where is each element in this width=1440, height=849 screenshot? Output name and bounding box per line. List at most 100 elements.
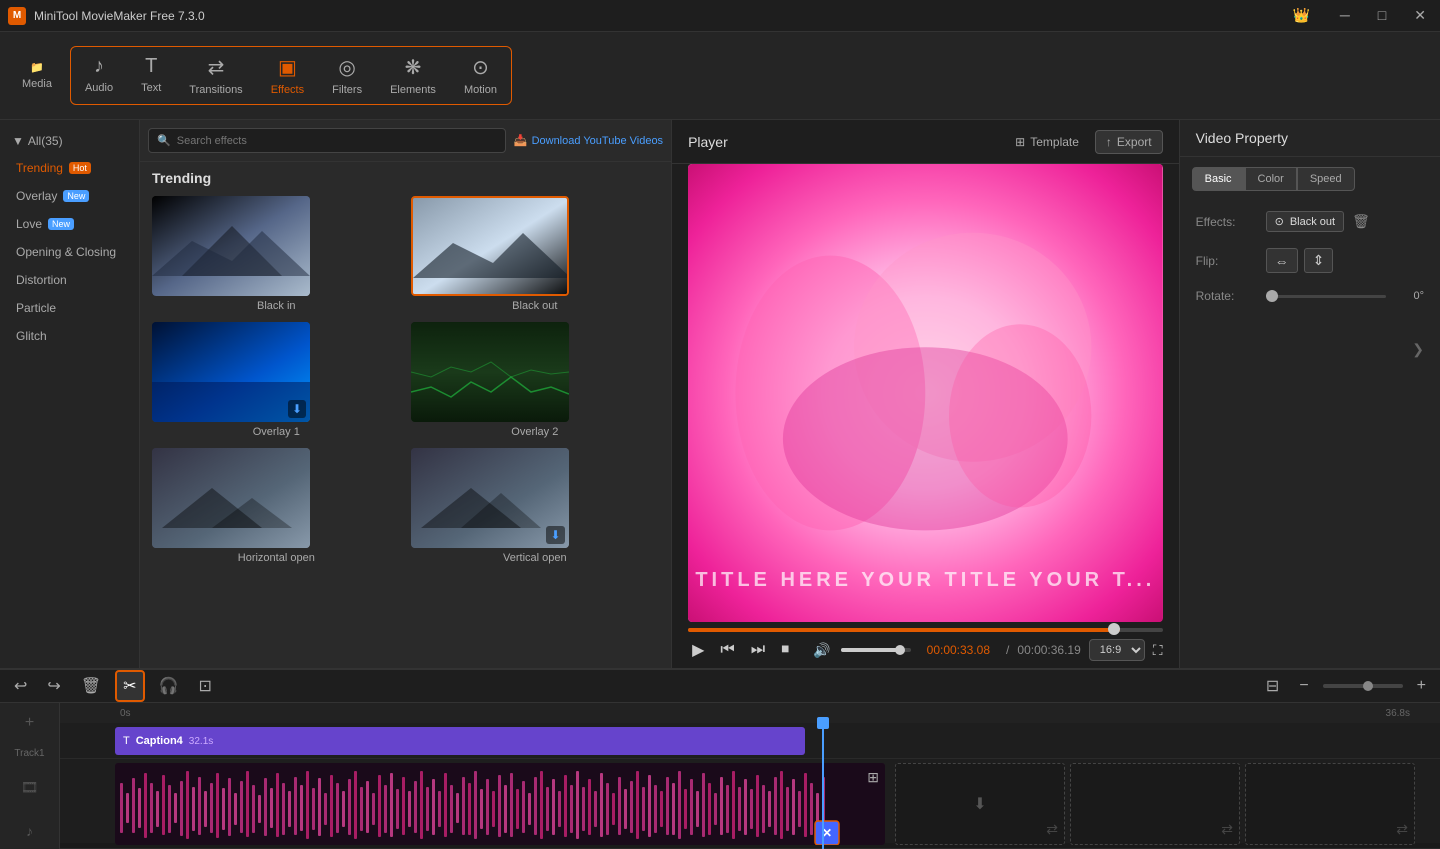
- flip-horizontal-button[interactable]: ⇔: [1266, 248, 1298, 273]
- redo-button[interactable]: ↪: [41, 672, 66, 700]
- track-labels: + Track1 🎞 ♪: [0, 703, 60, 849]
- sidebar-item-overlay[interactable]: Overlay New: [0, 182, 139, 210]
- video-clip[interactable]: ✕ ⊞: [115, 763, 885, 845]
- sidebar-item-trending[interactable]: Trending Hot: [0, 154, 139, 182]
- effect-item-horizontal-open[interactable]: Horizontal open: [152, 448, 401, 564]
- titlebar: M MiniTool MovieMaker Free 7.3.0 👑 ─ □ ✕: [0, 0, 1440, 32]
- effect-item-black-out[interactable]: Black out: [411, 196, 660, 312]
- love-label: Love: [16, 217, 42, 231]
- flip-vertical-button[interactable]: ⇕: [1304, 248, 1334, 273]
- progress-bar[interactable]: [688, 628, 1163, 632]
- zoom-out-button[interactable]: −: [1293, 673, 1314, 699]
- black-out-visual: [413, 198, 569, 296]
- sidebar-item-love[interactable]: Love New: [0, 210, 139, 238]
- empty-slot-2[interactable]: ⇄: [1070, 763, 1240, 845]
- delete-effect-button[interactable]: 🗑: [1352, 213, 1370, 230]
- volume-slider[interactable]: [841, 648, 911, 652]
- playhead[interactable]: [822, 723, 824, 849]
- crown-icon[interactable]: 👑: [1284, 5, 1317, 26]
- toolbar-item-effects[interactable]: ▣ Effects: [257, 47, 318, 104]
- flip-label: Flip:: [1196, 254, 1266, 268]
- zoom-in-button[interactable]: +: [1411, 673, 1432, 699]
- template-button[interactable]: ⊞ Template: [1015, 130, 1079, 154]
- titlebar-left: M MiniTool MovieMaker Free 7.3.0: [8, 7, 205, 25]
- maximize-button[interactable]: □: [1372, 5, 1392, 26]
- zoom-slider[interactable]: [1323, 684, 1403, 688]
- sidebar-item-glitch[interactable]: Glitch: [0, 322, 139, 350]
- download-overlay-icon2: ⬇: [546, 526, 564, 544]
- ruler-start: 0s: [120, 708, 131, 719]
- transitions-icon: ⇄: [208, 55, 225, 80]
- tab-basic[interactable]: Basic: [1192, 167, 1245, 191]
- stop-button[interactable]: ⏹: [777, 639, 793, 661]
- caption-track-row: T Caption4 32.1s: [60, 723, 1440, 759]
- rotate-slider[interactable]: 0°: [1266, 290, 1424, 302]
- clip-settings-icon[interactable]: ⊞: [867, 769, 879, 786]
- property-panel: Video Property Basic Color Speed Effects…: [1179, 120, 1440, 668]
- toolbar-item-elements[interactable]: ❋ Elements: [376, 47, 450, 104]
- tab-color[interactable]: Color: [1245, 167, 1297, 191]
- overlay-label: Overlay: [16, 189, 57, 203]
- delete-button[interactable]: 🗑: [75, 672, 107, 700]
- glitch-label: Glitch: [16, 329, 47, 343]
- volume-button[interactable]: 🔊: [809, 640, 834, 661]
- transfer-right-icon1: ⇄: [1046, 821, 1058, 838]
- caption-name: Caption4: [136, 735, 183, 747]
- caption-clip[interactable]: T Caption4 32.1s: [115, 727, 805, 755]
- app-logo: M: [8, 7, 26, 25]
- app-title: MiniTool MovieMaker Free 7.3.0: [34, 9, 205, 23]
- toolbar-item-transitions[interactable]: ⇄ Transitions: [175, 47, 256, 104]
- split-button[interactable]: ✂: [115, 670, 144, 702]
- new-badge-love: New: [48, 218, 74, 230]
- toolbar-item-filters[interactable]: ◎ Filters: [318, 47, 376, 104]
- film-icon: 🎞: [21, 771, 39, 796]
- text-icon: T: [145, 55, 157, 78]
- main-content: ▼ All(35) Trending Hot Overlay New Love …: [0, 120, 1440, 668]
- empty-slot-1[interactable]: ⬇ ⇄: [895, 763, 1065, 845]
- effect-item-overlay2[interactable]: Overlay 2: [411, 322, 660, 438]
- effects-search-bar: 🔍 📥 Download YouTube Videos: [140, 120, 671, 162]
- aspect-ratio-select[interactable]: 16:9 9:16 1:1 4:3: [1089, 639, 1145, 661]
- main-toolbar: 📁 Media ♪ Audio T Text ⇄ Transitions ▣ E…: [0, 32, 1440, 120]
- effect-item-vertical-open[interactable]: ⬇ Vertical open: [411, 448, 660, 564]
- fullscreen-button[interactable]: ⛶: [1153, 642, 1163, 659]
- effect-item-black-in[interactable]: Black in: [152, 196, 401, 312]
- close-button[interactable]: ✕: [1408, 5, 1432, 26]
- export-icon: ↑: [1106, 135, 1112, 149]
- audio-detach-button[interactable]: 🎧: [153, 672, 185, 700]
- download-youtube-button[interactable]: 📥 Download YouTube Videos: [514, 134, 663, 147]
- effect-thumb-overlay2: [411, 322, 569, 422]
- skip-forward-button[interactable]: ⏭: [747, 639, 769, 661]
- search-input[interactable]: [177, 135, 497, 147]
- caption-duration: 32.1s: [189, 736, 213, 747]
- split-view-button[interactable]: ⊟: [1260, 672, 1285, 700]
- track1-label: Track1: [14, 744, 44, 759]
- collapse-area: ❯: [1180, 329, 1440, 370]
- toolbar-item-media[interactable]: 📁 Media: [8, 53, 66, 98]
- player-header: Player ⊞ Template ↑ Export: [672, 120, 1179, 164]
- media-icon: 📁: [30, 61, 44, 74]
- effect-item-overlay1[interactable]: ⬇ Overlay 1: [152, 322, 401, 438]
- player-controls: ▶ ⏮ ⏭ ⏹ 🔊 00:00:33.08 / 00:00:36.19 16:9…: [672, 622, 1179, 668]
- template-label: Template: [1030, 135, 1079, 149]
- undo-button[interactable]: ↩: [8, 672, 33, 700]
- effect-icon: ⊙: [1275, 215, 1284, 228]
- chevron-right-icon[interactable]: ❯: [1404, 333, 1432, 366]
- toolbar-item-text[interactable]: T Text: [127, 47, 175, 104]
- sidebar-item-opening-closing[interactable]: Opening & Closing: [0, 238, 139, 266]
- empty-slot-3[interactable]: ⇄: [1245, 763, 1415, 845]
- toolbar-item-motion[interactable]: ⊙ Motion: [450, 47, 511, 104]
- sidebar-item-particle[interactable]: Particle: [0, 294, 139, 322]
- play-button[interactable]: ▶: [688, 638, 708, 662]
- sidebar-all-header[interactable]: ▼ All(35): [0, 128, 139, 154]
- elements-label: Elements: [390, 84, 436, 96]
- minimize-button[interactable]: ─: [1334, 5, 1356, 26]
- add-track-button[interactable]: +: [0, 713, 60, 733]
- export-button[interactable]: ↑ Export: [1095, 130, 1163, 154]
- tab-speed[interactable]: Speed: [1297, 167, 1355, 191]
- skip-back-button[interactable]: ⏮: [716, 639, 738, 661]
- toolbar-item-audio[interactable]: ♪ Audio: [71, 47, 127, 104]
- sidebar-item-distortion[interactable]: Distortion: [0, 266, 139, 294]
- effect-name: Black out: [1290, 216, 1335, 228]
- crop-button[interactable]: ⊡: [192, 672, 217, 700]
